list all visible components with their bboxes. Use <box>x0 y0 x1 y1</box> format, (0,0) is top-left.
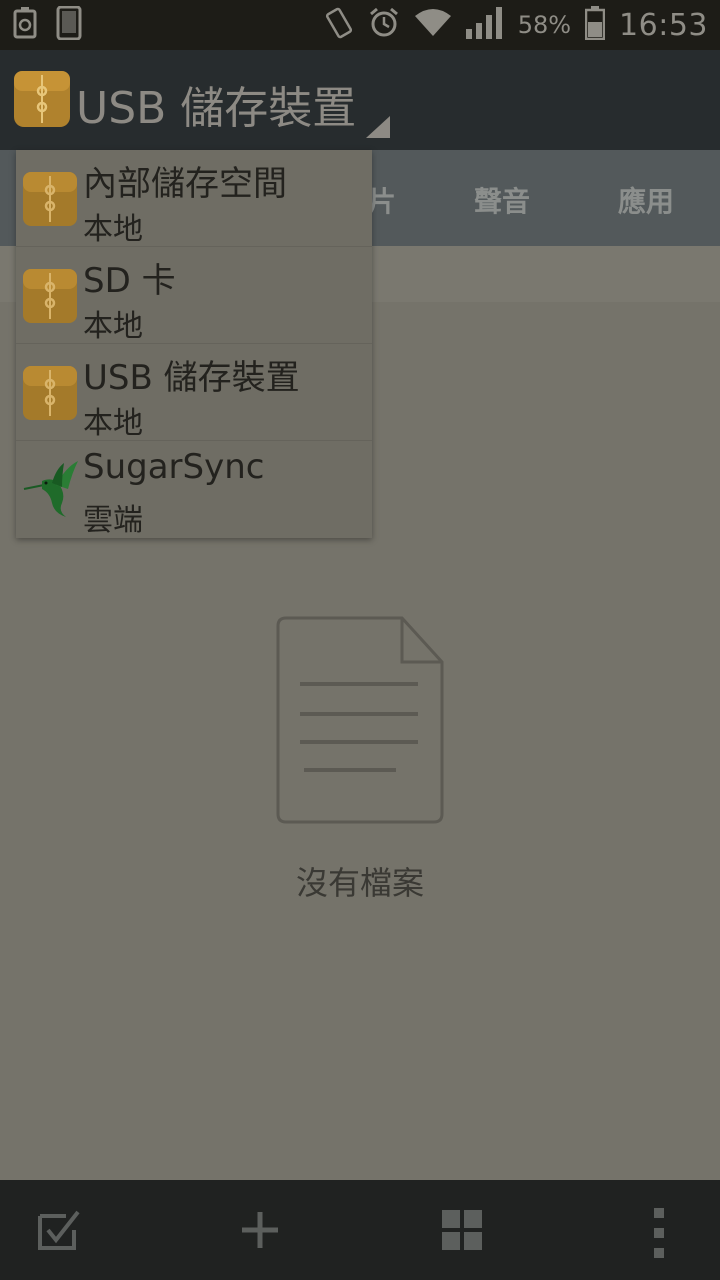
status-bar: 58% 16:53 <box>0 0 720 50</box>
wifi-icon <box>414 8 452 42</box>
dropdown-item-name: SugarSync <box>83 447 265 487</box>
phone-screen-icon <box>56 5 82 44</box>
select-checkbox-icon[interactable] <box>38 1208 82 1252</box>
battery-percent: 58% <box>517 11 572 39</box>
app-bar: USB 儲存裝置 <box>0 50 720 150</box>
add-icon[interactable] <box>238 1208 282 1252</box>
hummingbird-icon <box>22 459 82 519</box>
tab-audio[interactable]: 聲音 <box>474 180 530 220</box>
battery-icon <box>584 6 606 44</box>
dropdown-item-type: 本地 <box>83 406 143 441</box>
storage-dropdown: 內部儲存空間 本地 SD 卡 本地 USB 儲存裝置 本地 SugarSync … <box>16 150 372 538</box>
dropdown-item-name: USB 儲存裝置 <box>83 358 300 398</box>
dropdown-item-type: 雲端 <box>83 503 143 538</box>
folder-zip-icon <box>14 71 70 127</box>
dropdown-item-internal[interactable]: 內部儲存空間 本地 <box>16 150 372 247</box>
folder-zip-icon <box>23 172 77 226</box>
folder-zip-icon <box>23 366 77 420</box>
vibrate-icon <box>324 6 354 44</box>
dropdown-item-sd-card[interactable]: SD 卡 本地 <box>16 247 372 344</box>
empty-message: 沒有檔案 <box>295 864 424 902</box>
dropdown-item-usb[interactable]: USB 儲存裝置 本地 <box>16 344 372 441</box>
storage-selector-title[interactable]: USB 儲存裝置 <box>76 72 356 136</box>
alarm-icon <box>368 7 400 43</box>
document-icon <box>276 616 444 824</box>
dropdown-item-name: SD 卡 <box>83 261 176 301</box>
dropdown-item-type: 本地 <box>83 309 143 344</box>
dropdown-item-sugarsync[interactable]: SugarSync 雲端 <box>16 441 372 538</box>
dropdown-item-name: 內部儲存空間 <box>83 164 287 204</box>
battery-saver-icon <box>12 7 38 43</box>
more-vert-icon[interactable] <box>638 1208 682 1258</box>
grid-view-icon[interactable] <box>440 1208 484 1252</box>
signal-icon <box>465 7 504 43</box>
bottom-toolbar <box>0 1180 720 1280</box>
dropdown-item-type: 本地 <box>83 212 143 247</box>
tab-images[interactable]: 片 <box>368 180 396 220</box>
clock: 16:53 <box>619 7 708 43</box>
tab-apps[interactable]: 應用 <box>618 180 674 220</box>
folder-zip-icon <box>23 269 77 323</box>
dropdown-caret-icon[interactable] <box>366 116 390 138</box>
